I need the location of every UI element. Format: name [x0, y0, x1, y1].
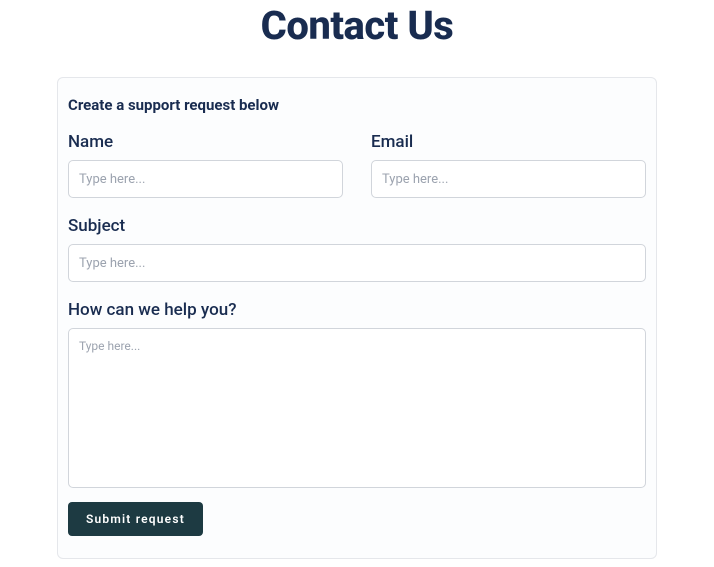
name-label: Name — [68, 132, 343, 152]
email-input[interactable] — [371, 160, 646, 198]
field-email: Email — [371, 132, 646, 198]
card-title: Create a support request below — [68, 96, 646, 114]
support-request-card: Create a support request below Name Emai… — [57, 77, 657, 559]
email-label: Email — [371, 132, 646, 152]
field-message: How can we help you? — [68, 300, 646, 488]
subject-label: Subject — [68, 216, 646, 236]
submit-request-button[interactable]: Submit request — [68, 502, 203, 536]
field-subject: Subject — [68, 216, 646, 282]
message-label: How can we help you? — [68, 300, 646, 320]
page-title: Contact Us — [0, 2, 714, 49]
field-name: Name — [68, 132, 343, 198]
subject-input[interactable] — [68, 244, 646, 282]
message-textarea[interactable] — [68, 328, 646, 488]
name-input[interactable] — [68, 160, 343, 198]
row-name-email: Name Email — [68, 132, 646, 198]
